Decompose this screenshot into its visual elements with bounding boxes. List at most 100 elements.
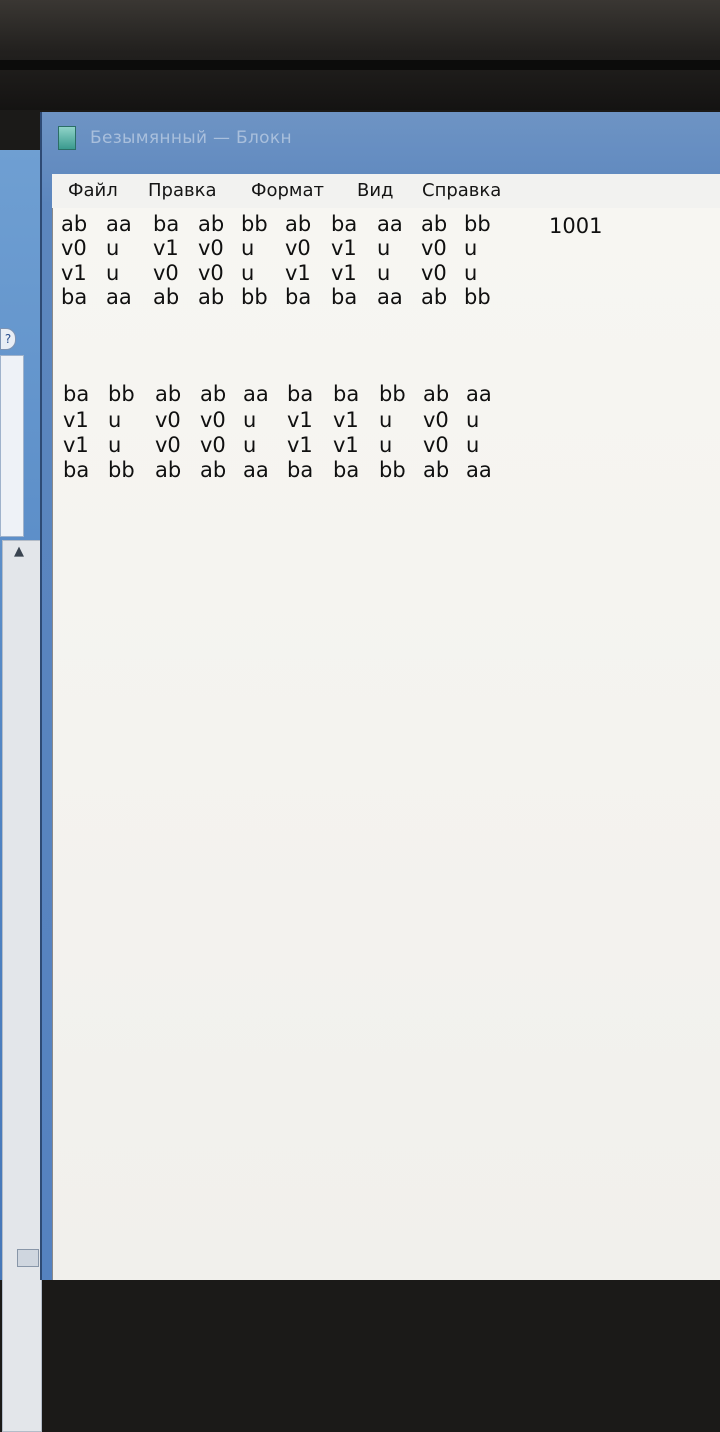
- text-token: ba: [61, 285, 88, 309]
- text-number: 1001: [549, 214, 603, 238]
- monitor-bezel-edge: [0, 60, 720, 70]
- menu-format[interactable]: Формат: [251, 180, 324, 201]
- text-token: u: [106, 261, 120, 285]
- text-token: ba: [285, 285, 312, 309]
- menu-bar: Файл Правка Формат Вид Справка: [52, 174, 720, 209]
- text-token: u: [379, 433, 393, 457]
- text-token: ba: [287, 458, 314, 482]
- scroll-grip-icon[interactable]: [17, 1249, 39, 1267]
- help-icon[interactable]: ?: [0, 328, 16, 350]
- text-token: v1: [61, 261, 87, 285]
- background-window-scrollbar[interactable]: ▲: [2, 540, 42, 1432]
- text-token: u: [108, 433, 122, 457]
- text-token: bb: [108, 382, 135, 406]
- notepad-icon: [58, 126, 76, 150]
- text-editor[interactable]: 1001 ab aa ba ab bb ab ba aa ab bb v0 u v1 v0 u v0 v1 u v…: [52, 208, 720, 1280]
- text-token: ab: [200, 382, 227, 406]
- text-token: v0: [421, 236, 447, 260]
- text-token: u: [241, 261, 255, 285]
- text-token: v1: [63, 408, 89, 432]
- text-token: u: [243, 433, 257, 457]
- text-token: u: [379, 408, 393, 432]
- text-token: aa: [243, 458, 269, 482]
- text-token: ba: [153, 212, 180, 236]
- scroll-up-icon[interactable]: ▲: [9, 543, 29, 561]
- text-token: bb: [464, 212, 491, 236]
- text-token: v1: [331, 236, 357, 260]
- text-line: v1 u v0 v0 u v1 v1 u v0 u: [61, 261, 541, 285]
- text-token: v1: [331, 261, 357, 285]
- text-token: v0: [423, 433, 449, 457]
- text-token: bb: [464, 285, 491, 309]
- text-token: aa: [106, 285, 132, 309]
- text-token: ba: [63, 382, 90, 406]
- text-token: v0: [155, 408, 181, 432]
- text-token: aa: [106, 212, 132, 236]
- text-token: ba: [63, 458, 90, 482]
- text-token: aa: [377, 285, 403, 309]
- text-token: bb: [241, 285, 268, 309]
- text-token: v1: [63, 433, 89, 457]
- text-token: ab: [155, 458, 182, 482]
- background-window-panel: [0, 355, 24, 537]
- menu-edit[interactable]: Правка: [148, 180, 217, 201]
- text-token: aa: [466, 458, 492, 482]
- text-token: v1: [287, 408, 313, 432]
- notepad-window[interactable]: Безымянный — Блокн Файл Правка Формат Ви…: [40, 112, 720, 1280]
- text-token: u: [108, 408, 122, 432]
- text-token: v1: [333, 433, 359, 457]
- text-token: ab: [423, 458, 450, 482]
- text-token: v0: [61, 236, 87, 260]
- text-line: ba bb ab ab aa ba ba bb ab aa: [63, 382, 543, 406]
- text-token: u: [464, 261, 478, 285]
- text-token: v0: [198, 236, 224, 260]
- text-token: v1: [333, 408, 359, 432]
- window-title: Безымянный — Блокн: [90, 128, 292, 148]
- text-token: ab: [285, 212, 312, 236]
- text-token: v1: [285, 261, 311, 285]
- text-token: u: [464, 236, 478, 260]
- text-token: ab: [200, 458, 227, 482]
- text-token: ab: [423, 382, 450, 406]
- text-token: v0: [155, 433, 181, 457]
- text-token: bb: [379, 458, 406, 482]
- text-token: u: [243, 408, 257, 432]
- text-token: v0: [198, 261, 224, 285]
- text-token: ab: [61, 212, 88, 236]
- text-token: v0: [200, 408, 226, 432]
- text-token: ba: [331, 285, 358, 309]
- text-token: aa: [466, 382, 492, 406]
- text-token: ab: [421, 285, 448, 309]
- text-token: bb: [379, 382, 406, 406]
- text-token: v0: [285, 236, 311, 260]
- text-token: v1: [287, 433, 313, 457]
- text-token: bb: [108, 458, 135, 482]
- text-token: bb: [241, 212, 268, 236]
- text-token: aa: [377, 212, 403, 236]
- text-line: ba bb ab ab aa ba ba bb ab aa: [63, 458, 543, 482]
- text-line: v1 u v0 v0 u v1 v1 u v0 u: [63, 433, 543, 457]
- text-token: u: [106, 236, 120, 260]
- text-token: ab: [198, 212, 225, 236]
- text-line: 1001 ab aa ba ab bb ab ba aa ab bb: [61, 212, 720, 238]
- text-token: ba: [333, 382, 360, 406]
- text-line: ba aa ab ab bb ba ba aa ab bb: [61, 285, 541, 309]
- text-token: v0: [423, 408, 449, 432]
- text-token: u: [377, 236, 391, 260]
- text-token: u: [241, 236, 255, 260]
- monitor-bezel: [0, 0, 720, 110]
- text-token: v0: [421, 261, 447, 285]
- menu-view[interactable]: Вид: [357, 180, 394, 201]
- text-token: ab: [198, 285, 225, 309]
- text-line: v0 u v1 v0 u v0 v1 u v0 u: [61, 236, 541, 260]
- text-token: ba: [333, 458, 360, 482]
- text-token: v0: [153, 261, 179, 285]
- text-token: u: [466, 408, 480, 432]
- text-line: v1 u v0 v0 u v1 v1 u v0 u: [63, 408, 543, 432]
- menu-help[interactable]: Справка: [422, 180, 501, 201]
- text-token: ba: [331, 212, 358, 236]
- text-token: u: [377, 261, 391, 285]
- menu-file[interactable]: Файл: [68, 180, 118, 201]
- text-token: ab: [153, 285, 180, 309]
- text-token: v1: [153, 236, 179, 260]
